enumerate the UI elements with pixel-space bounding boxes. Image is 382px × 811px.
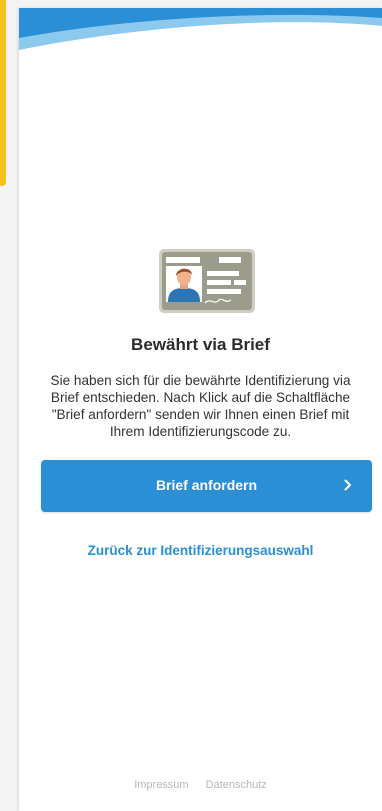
chevron-right-icon (344, 479, 351, 491)
request-letter-button[interactable]: Brief anfordern (41, 460, 372, 512)
request-letter-button-label: Brief anfordern (155, 477, 258, 493)
impressum-link[interactable]: Impressum (134, 779, 188, 791)
id-card-icon (159, 249, 255, 313)
wave-header-graphic (19, 8, 382, 50)
page-title: Bewährt via Brief (131, 335, 270, 354)
side-accent-bar (0, 0, 6, 186)
footer: Impressum Datenschutz (19, 779, 382, 791)
description-text: Sie haben sich für die bewährte Identifi… (50, 373, 351, 439)
datenschutz-link[interactable]: Datenschutz (206, 779, 267, 791)
back-to-selection-link[interactable]: Zurück zur Identifizierungsauswahl (19, 543, 382, 558)
main-card: Bewährt via Brief Sie haben sich für die… (19, 8, 382, 811)
